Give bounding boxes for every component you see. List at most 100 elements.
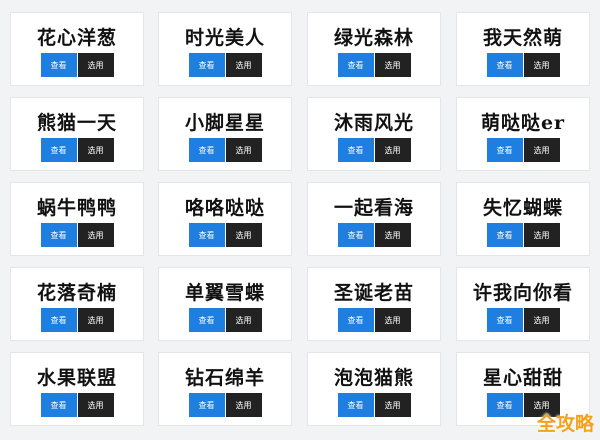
font-card: 泡泡猫熊查看 选用 (307, 352, 441, 426)
font-preview-title: 圣诞老苗 (333, 282, 414, 304)
font-preview-title: 小脚星星 (184, 112, 265, 134)
watermark-text: 全攻略 (536, 413, 594, 435)
view-button[interactable]: 查看 (188, 53, 225, 77)
card-actions: 查看 选用 (308, 393, 440, 417)
font-preview-title: 钻石绵羊 (184, 367, 265, 389)
view-button[interactable]: 查看 (337, 223, 374, 247)
watermark: 全攻略 (537, 409, 594, 436)
view-button[interactable]: 查看 (188, 308, 225, 332)
font-preview-title: 星心甜甜 (482, 367, 563, 389)
card-actions: 查看 选用 (308, 308, 440, 332)
card-actions: 查看 选用 (159, 308, 291, 332)
select-button[interactable]: 选用 (523, 138, 560, 162)
font-card: 沐雨风光查看 选用 (307, 97, 441, 171)
select-button[interactable]: 选用 (77, 393, 114, 417)
card-actions: 查看 选用 (159, 223, 291, 247)
card-actions: 查看 选用 (457, 308, 589, 332)
font-card: 单翼雪蝶查看 选用 (158, 267, 292, 341)
font-card: 我天然萌查看 选用 (456, 12, 590, 86)
card-actions: 查看 选用 (308, 138, 440, 162)
select-button[interactable]: 选用 (374, 223, 411, 247)
select-button[interactable]: 选用 (374, 308, 411, 332)
view-button[interactable]: 查看 (40, 308, 77, 332)
select-button[interactable]: 选用 (225, 393, 262, 417)
font-preview-title: 咯咯哒哒 (184, 197, 265, 219)
select-button[interactable]: 选用 (77, 308, 114, 332)
view-button[interactable]: 查看 (188, 138, 225, 162)
font-card: 花落奇楠查看 选用 (10, 267, 144, 341)
view-button[interactable]: 查看 (337, 53, 374, 77)
view-button[interactable]: 查看 (337, 308, 374, 332)
font-preview-title: 萌哒哒er (480, 112, 566, 134)
font-preview-title: 水果联盟 (36, 367, 117, 389)
card-actions: 查看 选用 (308, 223, 440, 247)
font-card: 萌哒哒er 查看 选用 (456, 97, 590, 171)
view-button[interactable]: 查看 (337, 138, 374, 162)
font-preview-title: 花心洋葱 (36, 27, 117, 49)
font-preview-title: 花落奇楠 (36, 282, 117, 304)
view-button[interactable]: 查看 (40, 223, 77, 247)
font-preview-title: 蜗牛鸭鸭 (36, 197, 117, 219)
font-card: 圣诞老苗查看 选用 (307, 267, 441, 341)
select-button[interactable]: 选用 (523, 223, 560, 247)
select-button[interactable]: 选用 (225, 138, 262, 162)
font-preview-title: 沐雨风光 (333, 112, 414, 134)
font-preview-title: 熊猫一天 (36, 112, 117, 134)
card-actions: 查看 选用 (11, 53, 143, 77)
select-button[interactable]: 选用 (77, 138, 114, 162)
card-actions: 查看 选用 (308, 53, 440, 77)
font-card: 绿光森林查看 选用 (307, 12, 441, 86)
card-actions: 查看 选用 (159, 53, 291, 77)
font-card: 熊猫一天查看 选用 (10, 97, 144, 171)
card-actions: 查看 选用 (457, 138, 589, 162)
card-actions: 查看 选用 (159, 393, 291, 417)
select-button[interactable]: 选用 (374, 138, 411, 162)
font-card: 一起看海查看 选用 (307, 182, 441, 256)
font-grid: 花心洋葱 查看 选用 时光美人 查看 选用 绿光森林 查看 选用 我天然萌 查看 选用 熊猫一天 查看 选用… (0, 0, 600, 440)
view-button[interactable]: 查看 (40, 393, 77, 417)
font-card: 时光美人查看 选用 (158, 12, 292, 86)
select-button[interactable]: 选用 (77, 53, 114, 77)
font-preview-title: 时光美人 (184, 27, 265, 49)
view-button[interactable]: 查看 (188, 393, 225, 417)
font-preview-title: 许我向你看 (472, 282, 573, 304)
font-preview-title: 绿光森林 (333, 27, 414, 49)
select-button[interactable]: 选用 (523, 308, 560, 332)
font-card: 蜗牛鸭鸭查看 选用 (10, 182, 144, 256)
view-button[interactable]: 查看 (486, 393, 523, 417)
card-actions: 查看 选用 (11, 138, 143, 162)
view-button[interactable]: 查看 (40, 53, 77, 77)
font-card: 咯咯哒哒查看 选用 (158, 182, 292, 256)
font-card: 失忆蝴蝶查看 选用 (456, 182, 590, 256)
card-actions: 查看 选用 (457, 223, 589, 247)
view-button[interactable]: 查看 (337, 393, 374, 417)
view-button[interactable]: 查看 (486, 308, 523, 332)
font-preview-title: 一起看海 (333, 197, 414, 219)
view-button[interactable]: 查看 (188, 223, 225, 247)
font-card: 钻石绵羊查看 选用 (158, 352, 292, 426)
font-preview-title: 失忆蝴蝶 (482, 197, 563, 219)
card-actions: 查看 选用 (159, 138, 291, 162)
select-button[interactable]: 选用 (77, 223, 114, 247)
card-actions: 查看 选用 (11, 308, 143, 332)
card-actions: 查看 选用 (11, 393, 143, 417)
select-button[interactable]: 选用 (225, 308, 262, 332)
card-actions: 查看 选用 (457, 53, 589, 77)
font-card: 许我向你看查看 选用 (456, 267, 590, 341)
font-preview-title: 泡泡猫熊 (333, 367, 414, 389)
select-button[interactable]: 选用 (225, 53, 262, 77)
select-button[interactable]: 选用 (374, 53, 411, 77)
view-button[interactable]: 查看 (40, 138, 77, 162)
view-button[interactable]: 查看 (486, 53, 523, 77)
font-card: 小脚星星查看 选用 (158, 97, 292, 171)
font-preview-title: 我天然萌 (482, 27, 563, 49)
view-button[interactable]: 查看 (486, 138, 523, 162)
select-button[interactable]: 选用 (374, 393, 411, 417)
view-button[interactable]: 查看 (486, 223, 523, 247)
font-card: 水果联盟查看 选用 (10, 352, 144, 426)
font-preview-title: 单翼雪蝶 (184, 282, 265, 304)
card-actions: 查看 选用 (11, 223, 143, 247)
font-card: 花心洋葱查看 选用 (10, 12, 144, 86)
select-button[interactable]: 选用 (523, 53, 560, 77)
select-button[interactable]: 选用 (225, 223, 262, 247)
